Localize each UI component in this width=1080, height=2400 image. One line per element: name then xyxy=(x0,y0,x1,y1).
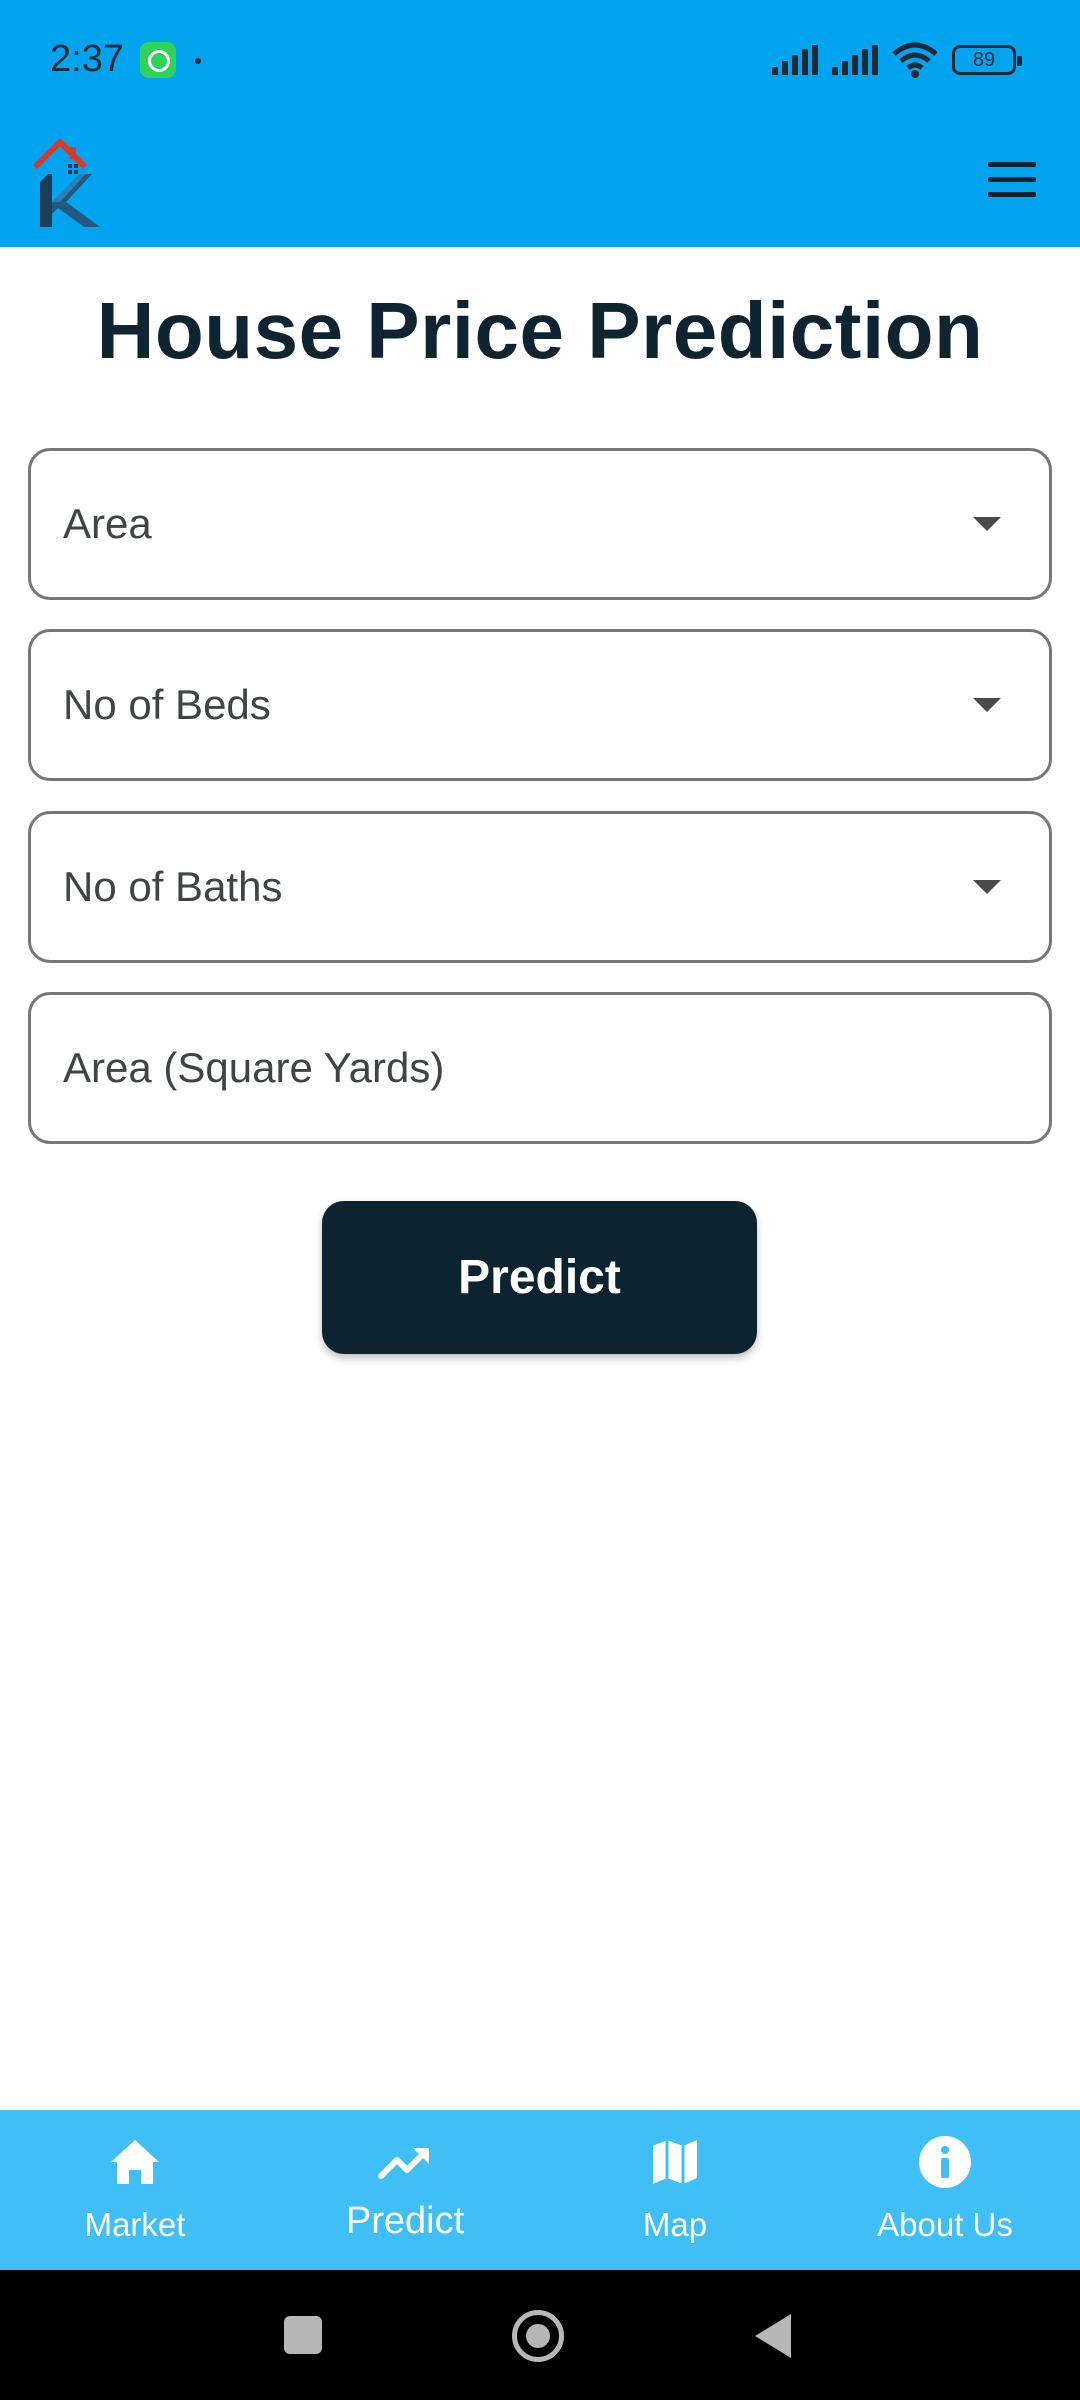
map-icon xyxy=(653,2140,697,2184)
baths-dropdown-label: No of Baths xyxy=(63,863,283,910)
nav-label: Map xyxy=(642,2206,708,2243)
dropdown-arrow-icon xyxy=(973,698,1001,712)
nav-label: Predict xyxy=(345,2200,465,2242)
predict-button[interactable]: Predict xyxy=(322,1201,757,1354)
house-k-logo[interactable] xyxy=(30,122,130,232)
battery-level: 89 xyxy=(972,49,996,71)
nav-item-map[interactable]: Map xyxy=(540,2110,810,2270)
trending-up-icon xyxy=(378,2148,429,2179)
recents-icon[interactable] xyxy=(284,2316,322,2354)
beds-dropdown-label: No of Beds xyxy=(63,681,271,728)
status-icons: 89 xyxy=(772,40,1022,80)
beds-dropdown[interactable]: No of Beds xyxy=(28,629,1052,781)
signal-icon xyxy=(772,45,818,75)
notification-dot-icon xyxy=(195,58,201,64)
nav-label: About Us xyxy=(877,2206,1013,2243)
area-dropdown-label: Area xyxy=(63,500,152,547)
dropdown-arrow-icon xyxy=(973,880,1001,894)
signal-icon xyxy=(832,45,878,75)
bottom-nav: Market Predict Map About Us xyxy=(0,2110,1080,2270)
nav-item-market[interactable]: Market xyxy=(0,2110,270,2270)
page-title: House Price Prediction xyxy=(96,286,984,375)
wifi-icon xyxy=(892,42,938,78)
system-nav-bar xyxy=(0,2270,1080,2400)
nav-label: Market xyxy=(84,2206,186,2243)
back-icon[interactable] xyxy=(755,2314,791,2358)
baths-dropdown[interactable]: No of Baths xyxy=(28,811,1052,963)
whatsapp-icon xyxy=(140,42,176,78)
area-dropdown[interactable]: Area xyxy=(28,448,1052,600)
status-time: 2:37 xyxy=(50,38,124,80)
dropdown-arrow-icon xyxy=(973,517,1001,531)
info-icon xyxy=(919,2136,971,2188)
square-yards-placeholder: Area (Square Yards) xyxy=(63,1044,445,1091)
app-bar xyxy=(0,122,1080,247)
square-yards-input[interactable]: Area (Square Yards) xyxy=(28,992,1052,1144)
status-bar: 2:37 89 xyxy=(0,0,1080,122)
home-circle-icon[interactable] xyxy=(512,2310,564,2362)
battery-icon: 89 xyxy=(952,45,1022,75)
nav-item-predict[interactable]: Predict xyxy=(270,2110,540,2270)
nav-item-about-us[interactable]: About Us xyxy=(810,2110,1080,2270)
hamburger-menu-icon[interactable] xyxy=(984,152,1040,208)
home-icon xyxy=(111,2140,159,2184)
